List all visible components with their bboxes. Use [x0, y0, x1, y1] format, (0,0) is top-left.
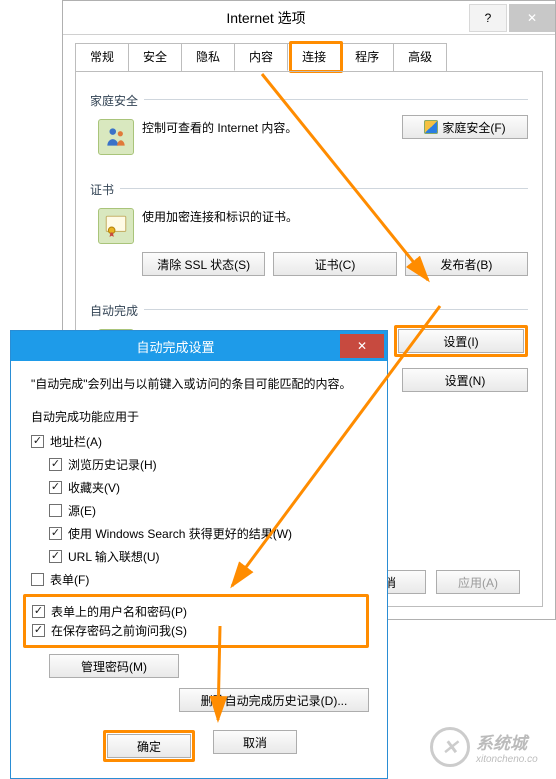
group-family-safety: 家庭安全	[90, 84, 528, 115]
help-button[interactable]: ?	[469, 4, 507, 32]
label-favorites: 收藏夹(V)	[68, 479, 120, 496]
checkbox-feeds[interactable]	[49, 504, 62, 517]
tab-privacy[interactable]: 隐私	[181, 43, 235, 71]
tab-programs[interactable]: 程序	[340, 43, 394, 71]
checkbox-favorites[interactable]	[49, 481, 62, 494]
watermark-icon: ✕	[430, 727, 470, 767]
group-autocomplete: 自动完成	[90, 294, 528, 325]
tab-advanced[interactable]: 高级	[393, 43, 447, 71]
label-history: 浏览历史记录(H)	[68, 456, 157, 473]
label-feeds: 源(E)	[68, 502, 96, 519]
label-user-passwords: 表单上的用户名和密码(P)	[51, 603, 187, 620]
clear-ssl-button[interactable]: 清除 SSL 状态(S)	[142, 252, 265, 276]
highlight-ok-button: 确定	[103, 730, 195, 762]
checkbox-user-passwords[interactable]	[32, 605, 45, 618]
highlight-settings-button: 设置(I)	[394, 325, 528, 357]
highlight-username-password: 表单上的用户名和密码(P) 在保存密码之前询问我(S)	[23, 594, 369, 648]
group-label: 家庭安全	[90, 92, 138, 109]
popup-cancel-button[interactable]: 取消	[213, 730, 297, 754]
ok-button[interactable]: 确定	[107, 734, 191, 758]
tab-content[interactable]: 内容	[234, 43, 288, 71]
popup-intro: "自动完成"会列出与以前键入或访问的条目可能匹配的内容。	[31, 375, 369, 392]
family-safety-button[interactable]: 家庭安全(F)	[402, 115, 528, 139]
feeds-settings-button[interactable]: 设置(N)	[402, 368, 528, 392]
checkbox-history[interactable]	[49, 458, 62, 471]
label-address-bar: 地址栏(A)	[50, 433, 102, 450]
tab-strip: 常规 安全 隐私 内容 连接 程序 高级	[75, 43, 555, 71]
label-ask-before-save: 在保存密码之前询问我(S)	[51, 622, 187, 639]
delete-autocomplete-history-button[interactable]: 删除自动完成历史记录(D)...	[179, 688, 369, 712]
popup-titlebar: 自动完成设置 ✕	[11, 331, 387, 361]
family-desc: 控制可查看的 Internet 内容。	[142, 115, 394, 155]
certificates-button[interactable]: 证书(C)	[273, 252, 396, 276]
group-certificates: 证书	[90, 173, 528, 204]
label-forms: 表单(F)	[50, 571, 89, 588]
popup-section-label: 自动完成功能应用于	[31, 408, 369, 425]
checkbox-forms[interactable]	[31, 573, 44, 586]
watermark: ✕ 系统城 xitoncheno.co	[430, 723, 550, 771]
tab-connections[interactable]: 连接	[287, 43, 341, 71]
checkbox-ask-before-save[interactable]	[32, 624, 45, 637]
titlebar: Internet 选项 ? ✕	[63, 1, 555, 35]
tab-general[interactable]: 常规	[75, 43, 129, 71]
family-icon	[98, 119, 134, 155]
apply-button[interactable]: 应用(A)	[436, 570, 520, 594]
cert-desc: 使用加密连接和标识的证书。	[142, 204, 528, 244]
checkbox-url-suggest[interactable]	[49, 550, 62, 563]
manage-passwords-button[interactable]: 管理密码(M)	[49, 654, 179, 678]
autocomplete-settings-button[interactable]: 设置(I)	[398, 329, 524, 353]
checkbox-windows-search[interactable]	[49, 527, 62, 540]
watermark-brand: 系统城	[476, 729, 538, 754]
group-label: 证书	[90, 181, 114, 198]
autocomplete-settings-dialog: 自动完成设置 ✕ "自动完成"会列出与以前键入或访问的条目可能匹配的内容。 自动…	[10, 330, 388, 779]
close-button[interactable]: ✕	[509, 4, 555, 32]
watermark-sub: xitoncheno.co	[476, 754, 538, 765]
checkbox-address-bar[interactable]	[31, 435, 44, 448]
publishers-button[interactable]: 发布者(B)	[405, 252, 528, 276]
tab-security[interactable]: 安全	[128, 43, 182, 71]
label-url-suggest: URL 输入联想(U)	[68, 548, 160, 565]
popup-close-button[interactable]: ✕	[340, 334, 384, 358]
window-title: Internet 选项	[63, 8, 469, 28]
certificate-icon	[98, 208, 134, 244]
group-label: 自动完成	[90, 302, 138, 319]
label-windows-search: 使用 Windows Search 获得更好的结果(W)	[68, 525, 292, 542]
popup-title: 自动完成设置	[11, 337, 340, 356]
